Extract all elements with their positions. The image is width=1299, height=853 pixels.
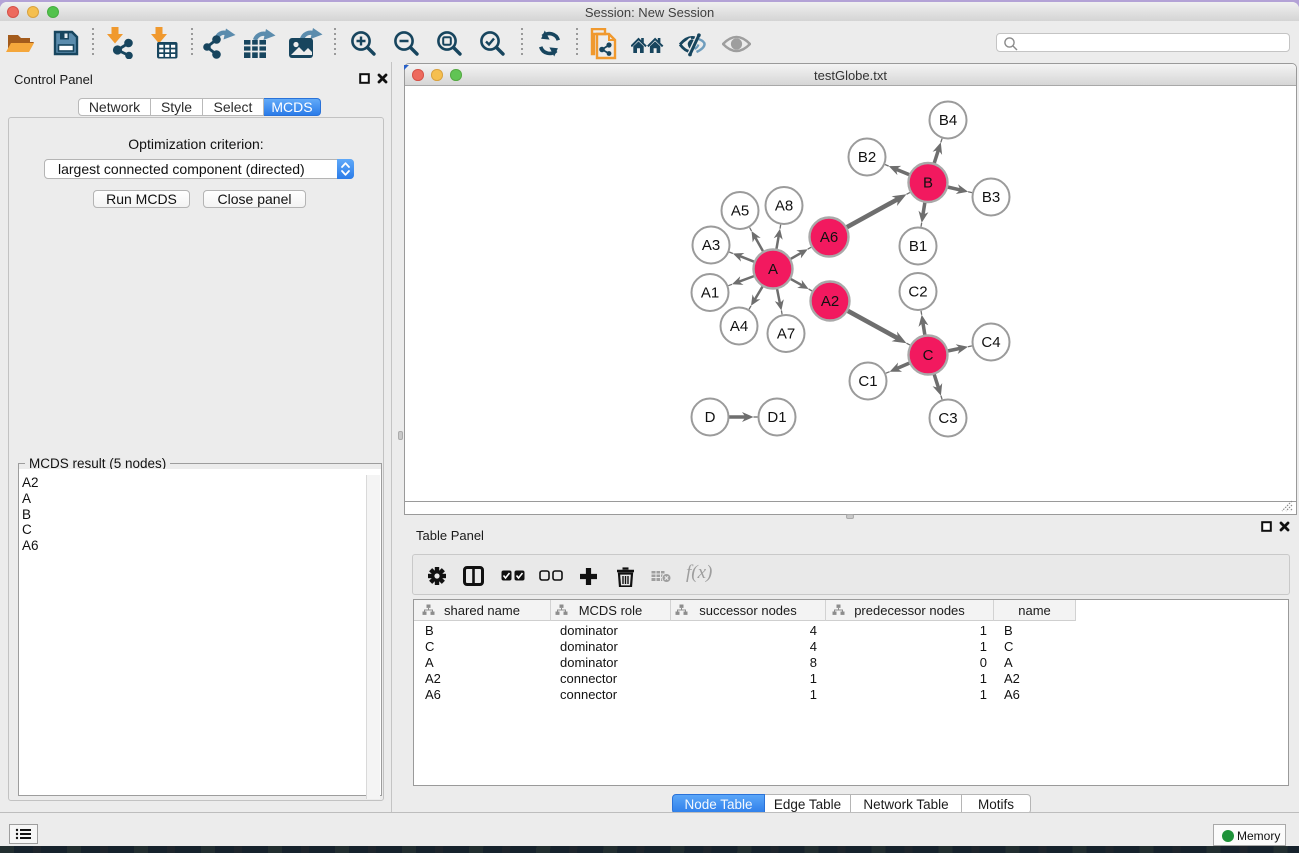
svg-text:C4: C4 bbox=[981, 334, 1000, 351]
svg-text:B3: B3 bbox=[982, 189, 1000, 206]
svg-text:C: C bbox=[923, 347, 934, 364]
svg-text:C3: C3 bbox=[938, 410, 957, 427]
svg-text:D1: D1 bbox=[767, 409, 786, 426]
svg-text:A5: A5 bbox=[731, 203, 749, 220]
svg-text:B: B bbox=[923, 175, 933, 192]
svg-text:C1: C1 bbox=[858, 373, 877, 390]
svg-text:C2: C2 bbox=[908, 284, 927, 301]
svg-text:A1: A1 bbox=[701, 285, 719, 302]
svg-text:A8: A8 bbox=[775, 198, 793, 215]
svg-text:B1: B1 bbox=[909, 238, 927, 255]
svg-text:A2: A2 bbox=[821, 293, 839, 310]
svg-text:A: A bbox=[768, 261, 778, 278]
svg-text:A7: A7 bbox=[777, 326, 795, 343]
svg-text:B2: B2 bbox=[858, 149, 876, 166]
svg-text:A6: A6 bbox=[820, 229, 838, 246]
svg-text:A3: A3 bbox=[702, 237, 720, 254]
svg-text:D: D bbox=[705, 409, 716, 426]
svg-text:A4: A4 bbox=[730, 318, 748, 335]
svg-text:B4: B4 bbox=[939, 112, 957, 129]
